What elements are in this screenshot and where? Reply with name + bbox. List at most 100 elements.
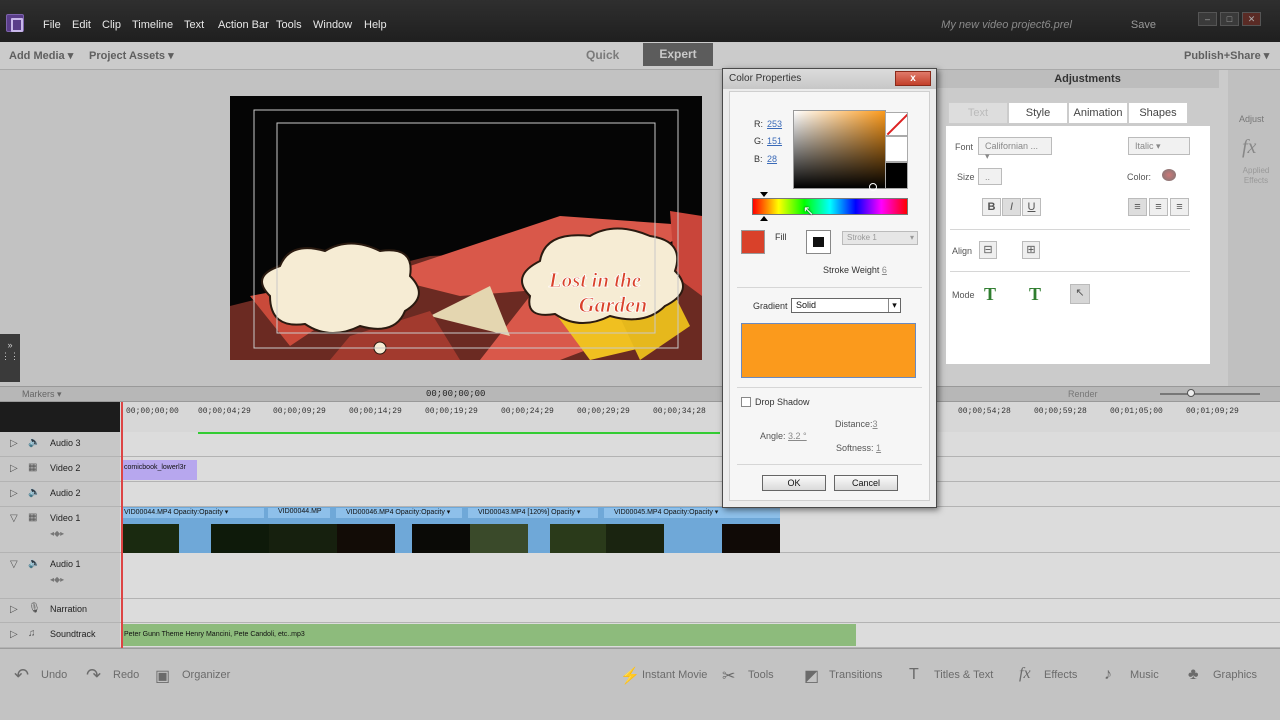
- bold-button[interactable]: B: [982, 198, 1001, 216]
- effects-icon[interactable]: fx: [1019, 665, 1031, 683]
- preview-canvas[interactable]: Lost in the Garden: [230, 96, 702, 360]
- zoom-slider[interactable]: [1160, 393, 1260, 395]
- saturation-value-picker[interactable]: [793, 110, 886, 189]
- collapse-arrow-icon[interactable]: ▽: [10, 513, 18, 524]
- picker-handle[interactable]: [869, 183, 877, 191]
- keyframe-nav-icon[interactable]: ◂◆▸: [50, 575, 64, 584]
- maximize-icon[interactable]: □: [1220, 12, 1239, 26]
- font-dropdown[interactable]: Californian ... ▾: [978, 137, 1052, 161]
- speaker-icon[interactable]: 🔈: [28, 487, 40, 498]
- align-horizontal-center-icon[interactable]: ⊞: [1022, 241, 1040, 259]
- softness-value[interactable]: 1: [876, 443, 881, 453]
- collapse-arrow-icon[interactable]: ▽: [10, 559, 18, 570]
- hue-slider[interactable]: [752, 198, 908, 215]
- video-clip[interactable]: VID00044.MP: [268, 508, 330, 518]
- tab-text[interactable]: Text: [948, 102, 1008, 124]
- playhead[interactable]: [121, 402, 123, 648]
- publish-share-button[interactable]: Publish+Share ▾: [1184, 49, 1269, 62]
- angle-value[interactable]: 3.2 °: [788, 431, 807, 441]
- zoom-slider-handle[interactable]: [1187, 389, 1195, 397]
- expert-mode-tab[interactable]: Expert: [643, 43, 713, 66]
- instant-movie-button[interactable]: Instant Movie: [642, 669, 707, 681]
- undo-icon[interactable]: ↶: [14, 665, 29, 686]
- hue-marker-top[interactable]: [760, 192, 768, 197]
- menu-tools[interactable]: Tools: [276, 19, 302, 31]
- organizer-icon[interactable]: ▣: [155, 666, 170, 686]
- title-text-line-2[interactable]: Garden: [578, 292, 647, 318]
- tools-button[interactable]: Tools: [748, 669, 774, 681]
- speaker-icon[interactable]: 🔈: [28, 558, 40, 569]
- gradient-dropdown[interactable]: Solid ▾: [791, 298, 901, 313]
- distance-value[interactable]: 3: [873, 419, 878, 429]
- menu-edit[interactable]: Edit: [72, 19, 91, 31]
- no-color-swatch[interactable]: [885, 112, 908, 136]
- titles-text-button[interactable]: Titles & Text: [934, 669, 993, 681]
- expand-arrow-icon[interactable]: ▷: [10, 629, 18, 640]
- menu-text[interactable]: Text: [184, 19, 204, 31]
- menu-window[interactable]: Window: [313, 19, 352, 31]
- render-button[interactable]: Render: [1068, 389, 1098, 399]
- expand-arrow-icon[interactable]: ▷: [10, 438, 18, 449]
- cancel-button[interactable]: Cancel: [834, 475, 898, 491]
- video-clip[interactable]: VID00046.MP4 Opacity:Opacity ▾: [336, 508, 462, 518]
- transitions-button[interactable]: Transitions: [829, 669, 882, 681]
- stroke-dropdown[interactable]: Stroke 1 ▾: [842, 231, 918, 245]
- add-media-button[interactable]: Add Media ▾: [9, 49, 73, 62]
- title-text-line-1[interactable]: Lost in the: [548, 268, 642, 293]
- expand-arrow-icon[interactable]: ▷: [10, 488, 18, 499]
- menu-timeline[interactable]: Timeline: [132, 19, 173, 31]
- soundtrack-clip[interactable]: Peter Gunn Theme Henry Mancini, Pete Can…: [122, 624, 856, 646]
- markers-dropdown[interactable]: Markers ▾: [22, 389, 62, 400]
- white-swatch[interactable]: [885, 136, 908, 162]
- align-vertical-center-icon[interactable]: ⊟: [979, 241, 997, 259]
- video-clip[interactable]: VID00044.MP4 Opacity:Opacity ▾: [122, 508, 264, 518]
- app-logo-icon[interactable]: [6, 14, 24, 32]
- selection-tool-icon[interactable]: ↖: [1070, 284, 1090, 304]
- tab-style[interactable]: Style: [1008, 102, 1068, 124]
- hue-marker-bottom[interactable]: [760, 216, 768, 221]
- title-clip[interactable]: comicbook_lowerl3r: [122, 460, 197, 480]
- stroke-weight-value[interactable]: 6: [882, 265, 887, 275]
- save-button[interactable]: Save: [1131, 19, 1156, 31]
- align-right-icon[interactable]: ≡: [1170, 198, 1189, 216]
- transitions-icon[interactable]: ◩: [804, 666, 819, 686]
- close-icon[interactable]: ✕: [1242, 12, 1261, 26]
- video-clip[interactable]: VID00045.MP4 Opacity:Opacity ▾: [604, 508, 780, 518]
- minimize-icon[interactable]: –: [1198, 12, 1217, 26]
- film-icon[interactable]: ▦: [28, 512, 37, 523]
- keyframe-nav-icon[interactable]: ◂◆▸: [50, 529, 64, 538]
- microphone-icon[interactable]: 🎙: [28, 603, 41, 614]
- video-clip[interactable]: VID00043.MP4 [120%] Opacity ▾: [468, 508, 598, 518]
- size-field[interactable]: ..: [978, 168, 1002, 185]
- italic-button[interactable]: I: [1002, 198, 1021, 216]
- black-swatch[interactable]: [885, 162, 908, 189]
- undo-button[interactable]: Undo: [41, 669, 67, 681]
- stroke-swatch[interactable]: [806, 230, 831, 254]
- effects-button[interactable]: Effects: [1044, 669, 1077, 681]
- redo-button[interactable]: Redo: [113, 669, 139, 681]
- adjust-label[interactable]: Adjust: [1239, 114, 1264, 124]
- project-assets-button[interactable]: Project Assets ▾: [89, 49, 174, 62]
- speaker-icon[interactable]: 🔈: [28, 437, 40, 448]
- organizer-button[interactable]: Organizer: [182, 669, 230, 681]
- menu-clip[interactable]: Clip: [102, 19, 121, 31]
- horizontal-text-tool-icon[interactable]: T: [979, 284, 1001, 304]
- graphics-icon[interactable]: ♣: [1188, 666, 1199, 684]
- dialog-close-button[interactable]: x: [895, 71, 931, 86]
- fx-icon[interactable]: fx: [1242, 136, 1256, 159]
- menu-help[interactable]: Help: [364, 19, 387, 31]
- b-value[interactable]: 28: [767, 154, 777, 164]
- drop-shadow-checkbox[interactable]: [741, 397, 751, 407]
- underline-button[interactable]: U: [1022, 198, 1041, 216]
- align-center-icon[interactable]: ≡: [1149, 198, 1168, 216]
- music-button[interactable]: Music: [1130, 669, 1159, 681]
- graphics-button[interactable]: Graphics: [1213, 669, 1257, 681]
- tab-animation[interactable]: Animation: [1068, 102, 1128, 124]
- r-value[interactable]: 253: [767, 119, 782, 129]
- expand-arrow-icon[interactable]: ▷: [10, 604, 18, 615]
- g-value[interactable]: 151: [767, 136, 782, 146]
- menu-file[interactable]: File: [43, 19, 61, 31]
- vertical-text-tool-icon[interactable]: T: [1024, 284, 1046, 304]
- align-left-icon[interactable]: ≡: [1128, 198, 1147, 216]
- expand-panel-icon[interactable]: » ⋮⋮: [0, 334, 20, 382]
